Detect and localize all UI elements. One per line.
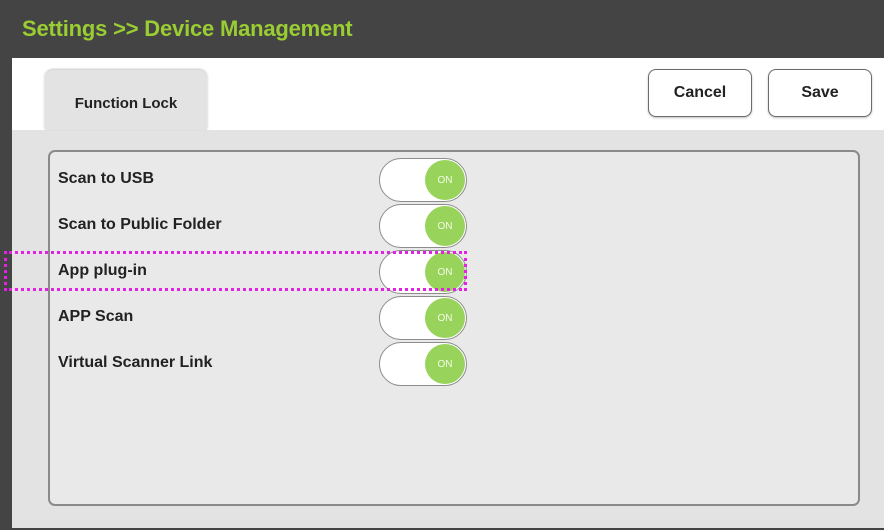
setting-label: App plug-in (58, 262, 147, 279)
virtual-scanner-link-toggle[interactable]: ON (379, 342, 467, 386)
setting-row-scan-to-public-folder: Scan to Public Folder ON (50, 204, 858, 248)
toggle-knob: ON (425, 298, 465, 338)
app-plug-in-toggle[interactable]: ON (379, 250, 467, 294)
device-management-window: Settings >> Device Management Function L… (0, 0, 884, 530)
scan-to-public-folder-toggle[interactable]: ON (379, 204, 467, 248)
tab-label: Function Lock (74, 95, 178, 112)
setting-row-app-scan: APP Scan ON (50, 296, 858, 340)
toggle-knob: ON (425, 206, 465, 246)
setting-row-app-plug-in: App plug-in ON (50, 250, 858, 294)
tab-function-lock[interactable]: Function Lock (45, 70, 207, 130)
save-button[interactable]: Save (768, 69, 872, 117)
function-lock-panel: Scan to USB ON Scan to Public Folder ON … (48, 150, 860, 506)
scan-to-usb-toggle[interactable]: ON (379, 158, 467, 202)
setting-row-virtual-scanner-link: Virtual Scanner Link ON (50, 342, 858, 386)
setting-label: Scan to USB (58, 170, 155, 187)
setting-row-scan-to-usb: Scan to USB ON (50, 158, 858, 202)
page-title: Settings >> Device Management (22, 16, 353, 41)
content-area: Function Lock Cancel Save Scan to USB ON… (12, 58, 884, 528)
toggle-knob: ON (425, 252, 465, 292)
tab-strip: Function Lock Cancel Save (12, 58, 884, 130)
title-bar: Settings >> Device Management (12, 0, 884, 58)
setting-label: Virtual Scanner Link (58, 354, 213, 371)
app-scan-toggle[interactable]: ON (379, 296, 467, 340)
cancel-button[interactable]: Cancel (648, 69, 752, 117)
toggle-knob: ON (425, 160, 465, 200)
toggle-knob: ON (425, 344, 465, 384)
setting-label: Scan to Public Folder (58, 216, 222, 233)
setting-label: APP Scan (58, 308, 134, 325)
